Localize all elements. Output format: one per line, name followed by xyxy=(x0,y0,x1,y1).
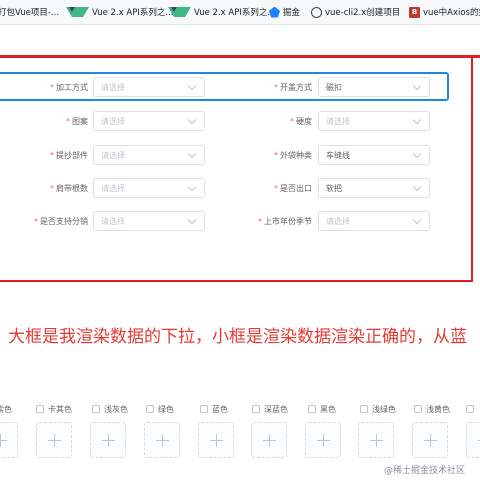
select-placeholder: 请选择 xyxy=(101,116,125,126)
color-checkbox[interactable]: 紫色 xyxy=(0,402,12,416)
select-placeholder: 请选择 xyxy=(326,216,350,226)
cli-icon xyxy=(311,6,322,18)
upload-box[interactable] xyxy=(0,422,18,458)
hardness-select[interactable]: 请选择 xyxy=(318,111,430,131)
bookmark-label: vue-cli2.x创建项目 xyxy=(325,8,401,18)
upload-box[interactable] xyxy=(358,422,394,458)
upload-box[interactable] xyxy=(144,422,180,458)
select-value: 车缝线 xyxy=(326,150,350,160)
chevron-down-icon xyxy=(412,182,422,191)
upload-box[interactable] xyxy=(466,422,480,458)
field-label: * 是否支持分销 xyxy=(34,217,88,226)
plus-icon xyxy=(101,433,115,447)
chevron-down-icon xyxy=(412,115,422,124)
juejin-icon xyxy=(269,6,280,18)
distribution-select[interactable]: 请选择 xyxy=(93,211,205,231)
upload-box[interactable] xyxy=(90,422,126,458)
color-checkbox[interactable]: 蓝色 xyxy=(200,402,228,416)
pattern-select[interactable]: 请选择 xyxy=(93,111,205,131)
field-label: * 硬度 xyxy=(290,117,312,126)
checkbox-icon xyxy=(466,405,474,413)
bookmark-label: 打包Vue项目-... xyxy=(0,8,60,18)
bookmark-4[interactable]: vue-cli2.x创建项目 xyxy=(311,0,400,24)
color-checkbox[interactable]: 卡其色 xyxy=(36,402,72,416)
chevron-down-icon xyxy=(187,182,197,191)
upload-box[interactable] xyxy=(412,422,448,458)
shoulder-strap-count-select[interactable]: 请选择 xyxy=(93,178,205,198)
vue-icon xyxy=(168,7,191,17)
field-label: * 提抄部件 xyxy=(50,151,88,160)
upload-box[interactable] xyxy=(198,422,234,458)
color-checkbox[interactable]: 绿色 xyxy=(146,402,174,416)
chevron-down-icon xyxy=(187,215,197,224)
select-placeholder: 请选择 xyxy=(101,150,125,160)
plus-icon xyxy=(262,433,276,447)
chevron-down-icon xyxy=(412,149,422,158)
checkbox-icon xyxy=(252,405,260,413)
bookmark-0[interactable]: 打包Vue项目-... xyxy=(0,0,59,24)
bookmark-label: vue中Axios的封 xyxy=(423,8,480,18)
checkbox-icon xyxy=(414,405,422,413)
bookmark-1[interactable]: Vue 2.x API系列之... xyxy=(66,0,173,24)
export-select[interactable]: 软把 xyxy=(318,178,430,198)
small-annotation-frame xyxy=(0,72,449,101)
vue-icon xyxy=(66,7,89,17)
chevron-down-icon xyxy=(187,115,197,124)
checkbox-icon xyxy=(308,405,316,413)
color-checkbox[interactable] xyxy=(466,402,474,416)
color-checkbox[interactable]: 浅灰色 xyxy=(92,402,128,416)
chevron-down-icon xyxy=(187,149,197,158)
plus-icon xyxy=(369,433,383,447)
select-placeholder: 请选择 xyxy=(101,216,125,226)
bookmarks-bar: 打包Vue项目-... Vue 2.x API系列之... Vue 2.x AP… xyxy=(0,0,480,25)
plus-icon xyxy=(423,433,437,447)
bookmark-3[interactable]: 掘金 xyxy=(269,0,300,24)
field-label: * 是否出口 xyxy=(274,184,312,193)
bookmark-5[interactable]: B vue中Axios的封 xyxy=(409,0,480,24)
select-value: 软把 xyxy=(326,183,342,193)
color-checkbox[interactable]: 浅绿色 xyxy=(360,402,396,416)
bookmark-2[interactable]: Vue 2.x API系列之... xyxy=(168,0,275,24)
plus-icon xyxy=(0,433,7,447)
chevron-down-icon xyxy=(412,215,422,224)
plus-icon xyxy=(209,433,223,447)
upload-box[interactable] xyxy=(251,422,287,458)
field-label: * 外袋种类 xyxy=(274,151,312,160)
bookmark-label: Vue 2.x API系列之... xyxy=(92,8,174,18)
annotation-top-line xyxy=(0,55,480,58)
checkbox-icon xyxy=(360,405,368,413)
bookmark-label: Vue 2.x API系列之... xyxy=(194,8,276,18)
outer-bag-type-select[interactable]: 车缝线 xyxy=(318,145,430,165)
handle-part-select[interactable]: 请选择 xyxy=(93,145,205,165)
field-label: * 上市年份季节 xyxy=(258,217,312,226)
checkbox-icon xyxy=(92,405,100,413)
color-checkbox[interactable]: 浅黄色 xyxy=(414,402,450,416)
select-placeholder: 请选择 xyxy=(101,183,125,193)
checkbox-icon xyxy=(36,405,44,413)
select-placeholder: 请选择 xyxy=(326,116,350,126)
color-checkbox[interactable]: 深蓝色 xyxy=(252,402,288,416)
upload-box[interactable] xyxy=(305,422,341,458)
checkbox-icon xyxy=(146,405,154,413)
watermark: @稀土掘金技术社区 xyxy=(384,466,466,476)
color-checkbox[interactable]: 黑色 xyxy=(308,402,336,416)
plus-icon xyxy=(47,433,61,447)
annotation-caption: 大框是我渲染数据的下拉，小框是渲染数据渲染正确的，从蓝 xyxy=(8,327,467,347)
launch-season-select[interactable]: 请选择 xyxy=(318,211,430,231)
checkbox-icon xyxy=(200,405,208,413)
bookmark-label: 掘金 xyxy=(283,8,301,18)
plus-icon xyxy=(155,433,169,447)
upload-box[interactable] xyxy=(36,422,72,458)
b3-icon: B xyxy=(409,6,420,18)
field-label: * 肩带根数 xyxy=(50,184,88,193)
field-label: * 图案 xyxy=(66,117,88,126)
plus-icon xyxy=(316,433,330,447)
